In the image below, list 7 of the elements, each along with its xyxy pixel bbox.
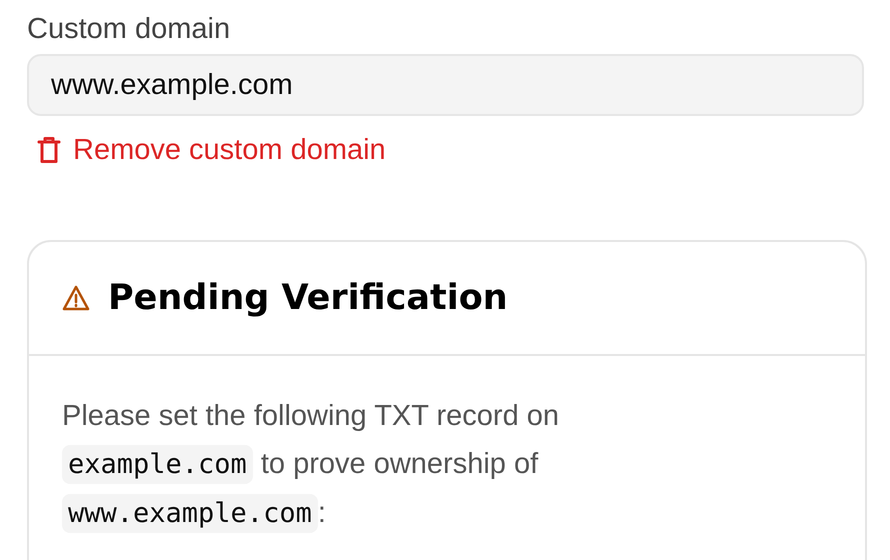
- field-label: Custom domain: [27, 12, 232, 47]
- trash-icon: [37, 136, 61, 164]
- verification-instructions: Please set the following TXT record on example.com to prove ownership of www.example.com :: [29, 356, 722, 538]
- remove-domain-link[interactable]: Remove custom domain: [27, 130, 386, 170]
- card-title: Pending Verification: [108, 276, 508, 320]
- warning-icon: [62, 285, 90, 311]
- domain-input[interactable]: www.example.com: [27, 54, 864, 116]
